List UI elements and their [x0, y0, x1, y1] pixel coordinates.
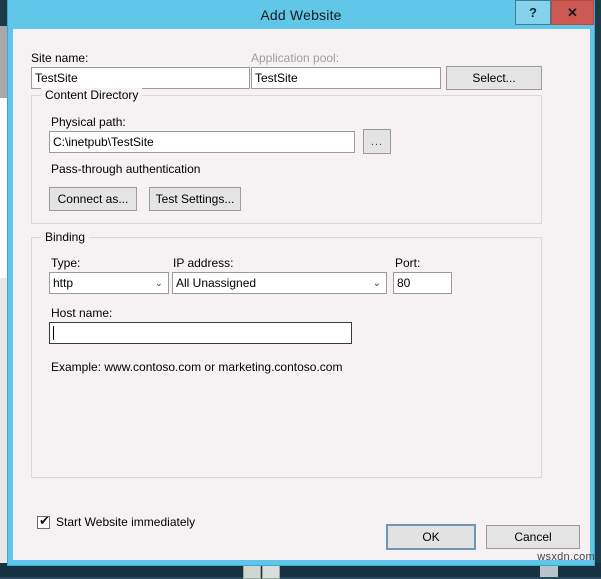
site-name-input[interactable]: TestSite	[31, 67, 250, 89]
taskbar-item-3[interactable]	[540, 565, 558, 577]
start-website-checkbox[interactable]: ✔	[37, 512, 50, 529]
port-label: Port:	[395, 256, 421, 270]
ok-button[interactable]: OK	[386, 524, 476, 550]
text-caret	[53, 326, 54, 340]
port-input[interactable]: 80	[393, 272, 452, 294]
dialog-title: Add Website	[260, 7, 342, 23]
physical-path-label: Physical path:	[51, 115, 126, 129]
host-name-input[interactable]	[49, 322, 352, 344]
select-button[interactable]: Select...	[446, 66, 542, 90]
test-settings-button[interactable]: Test Settings...	[149, 187, 241, 211]
connect-as-button[interactable]: Connect as...	[49, 187, 137, 211]
browse-button[interactable]: ...	[363, 129, 391, 154]
application-pool-label: Application pool:	[251, 51, 340, 65]
add-website-dialog: Add Website ? ✕ Site name: TestSite Appl…	[7, 0, 595, 566]
pass-through-auth-text: Pass-through authentication	[51, 162, 201, 176]
dialog-body: Site name: TestSite Application pool: Te…	[13, 29, 590, 560]
start-website-checkbox-row[interactable]: ✔ Start Website immediately	[37, 512, 196, 529]
ip-address-select[interactable]: All Unassigned ⌄	[172, 272, 387, 294]
type-select[interactable]: http ⌄	[49, 272, 169, 294]
help-icon[interactable]: ?	[515, 0, 551, 25]
close-icon[interactable]: ✕	[551, 0, 594, 25]
watermark: wsxdn.com	[537, 551, 595, 563]
cancel-button[interactable]: Cancel	[486, 525, 580, 549]
binding-group-title: Binding	[41, 230, 90, 244]
physical-path-input[interactable]: C:\inetpub\TestSite	[49, 131, 355, 153]
title-bar[interactable]: Add Website ? ✕	[8, 0, 594, 29]
start-website-label: Start Website immediately	[56, 515, 196, 529]
chevron-down-icon: ⌄	[372, 277, 381, 289]
ip-address-select-value: All Unassigned	[176, 276, 257, 290]
checkmark-icon: ✔	[39, 512, 50, 528]
host-name-label: Host name:	[51, 306, 113, 320]
type-label: Type:	[51, 256, 81, 270]
ip-address-label: IP address:	[173, 256, 234, 270]
chevron-down-icon: ⌄	[154, 277, 163, 289]
host-name-example-text: Example: www.contoso.com or marketing.co…	[51, 360, 343, 374]
content-directory-group-title: Content Directory	[41, 88, 143, 102]
application-pool-input[interactable]: TestSite	[251, 67, 441, 89]
type-select-value: http	[53, 276, 74, 290]
site-name-label: Site name:	[31, 51, 89, 65]
